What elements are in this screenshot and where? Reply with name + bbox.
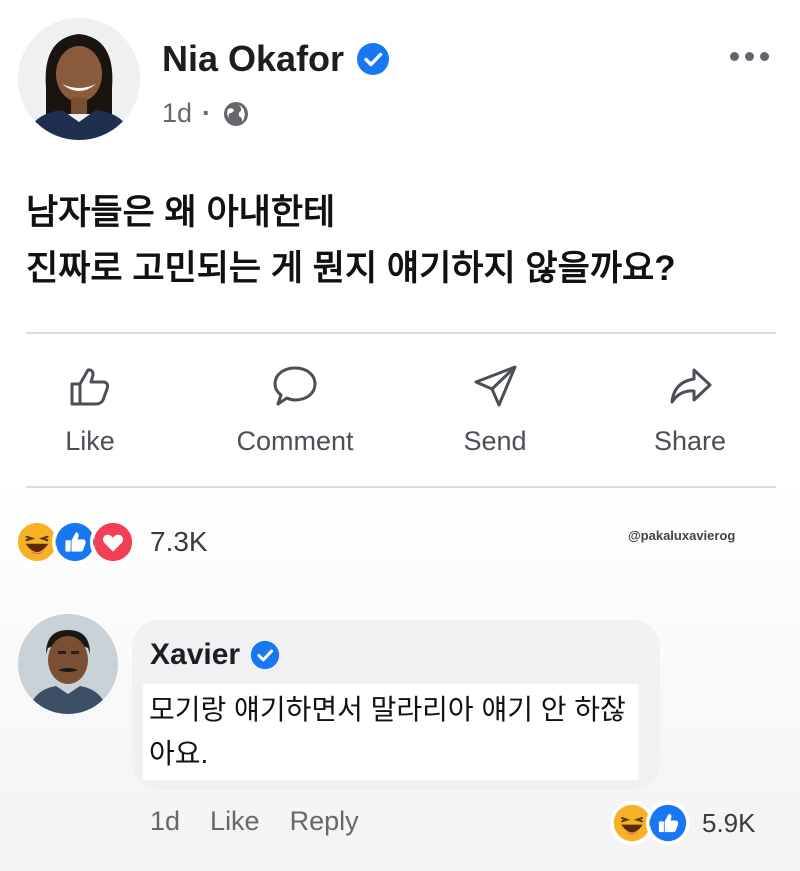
verified-badge-icon <box>250 640 280 670</box>
verified-badge-icon <box>357 43 390 75</box>
comment-button[interactable]: Comment <box>210 362 380 457</box>
comment-reactions[interactable]: 5.9K <box>610 798 756 848</box>
send-icon <box>474 365 517 407</box>
globe-icon[interactable] <box>221 99 251 129</box>
commenter-name-text[interactable]: Xavier <box>150 638 240 672</box>
divider <box>26 332 776 334</box>
send-button[interactable]: Send <box>440 362 550 457</box>
comment-reply-link[interactable]: Reply <box>290 806 359 837</box>
author-name-text[interactable]: Nia Okafor <box>162 38 344 80</box>
divider <box>26 486 776 488</box>
reactions-summary[interactable]: 7.3K <box>14 516 208 568</box>
send-label: Send <box>463 426 527 456</box>
post-text-line: 진짜로 고민되는 게 뭔지 얘기하지 않을까요? <box>26 249 676 288</box>
love-icon <box>90 519 136 565</box>
commenter-avatar[interactable] <box>18 614 118 714</box>
more-options-button[interactable] <box>730 44 776 68</box>
author-avatar[interactable] <box>18 18 140 140</box>
more-dot-icon <box>745 51 754 61</box>
more-dot-icon <box>760 51 769 61</box>
facebook-post-screen: Nia Okafor 1d · 남자들은 왜 아내한테 진짜로 고민되는 게 뭔… <box>0 0 800 871</box>
comment-reaction-count[interactable]: 5.9K <box>702 808 756 839</box>
comment-age[interactable]: 1d <box>150 806 180 837</box>
comment-meta: 1d Like Reply <box>150 806 359 837</box>
comment-label: Comment <box>236 426 354 456</box>
watermark: @pakaluxavierog <box>628 528 736 543</box>
post-age[interactable]: 1d <box>162 98 192 129</box>
thumbs-up-icon <box>70 368 110 406</box>
comment-text: 모기랑 얘기하면서 말라리아 얘기 안 하잖아요. <box>143 684 639 780</box>
like-label: Like <box>65 426 115 456</box>
comment-bubble-icon <box>273 366 317 406</box>
more-dot-icon <box>730 51 739 61</box>
commenter-name[interactable]: Xavier <box>150 638 280 672</box>
post-text-line: 남자들은 왜 아내한테 <box>26 193 336 232</box>
comment-like-link[interactable]: Like <box>210 806 260 837</box>
author-name[interactable]: Nia Okafor <box>162 38 390 80</box>
share-button[interactable]: Share <box>630 362 750 457</box>
meta-separator: · <box>202 98 212 128</box>
share-arrow-icon <box>670 368 712 404</box>
share-label: Share <box>653 426 727 456</box>
post-meta: 1d · <box>162 98 251 129</box>
post-text: 남자들은 왜 아내한테 진짜로 고민되는 게 뭔지 얘기하지 않을까요? <box>26 185 786 297</box>
like-button[interactable]: Like <box>42 362 138 457</box>
like-icon <box>646 801 690 845</box>
reaction-count[interactable]: 7.3K <box>150 526 208 558</box>
